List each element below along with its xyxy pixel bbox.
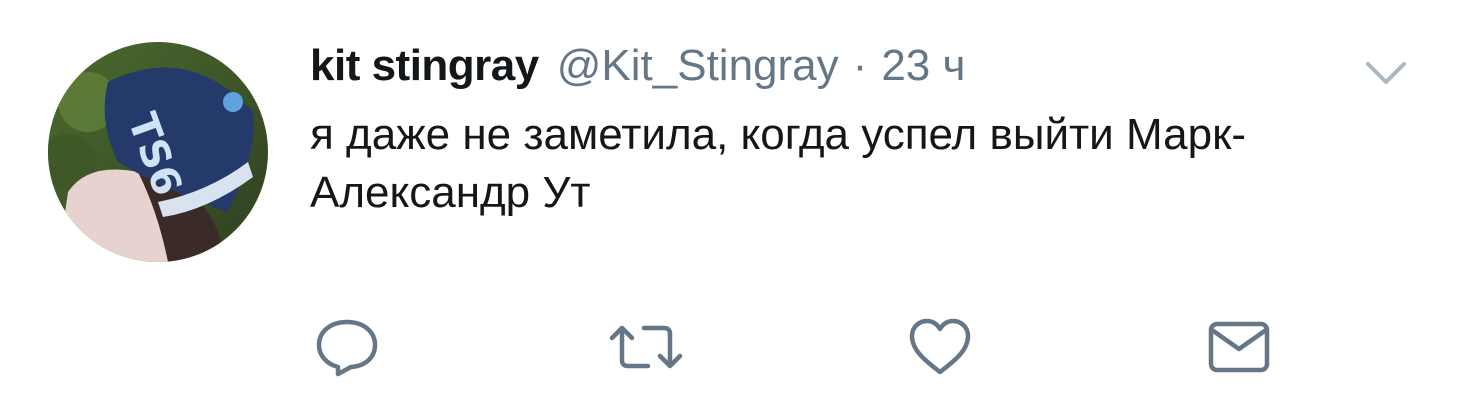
tweet: TS6 kit stingray @Kit_Stingray · 23 ч я …: [0, 0, 1460, 402]
reply-icon[interactable]: [314, 316, 380, 378]
separator: ·: [852, 41, 868, 90]
tweet-header: kit stingray @Kit_Stingray · 23 ч: [310, 38, 965, 94]
tweet-text-line: я даже не заметила, когда успел выйти Ма…: [310, 110, 1246, 159]
envelope-icon[interactable]: [1206, 316, 1272, 378]
timestamp[interactable]: 23 ч: [881, 38, 965, 94]
author-handle[interactable]: @Kit_Stingray: [557, 38, 839, 94]
avatar[interactable]: TS6: [48, 42, 268, 262]
tweet-text-line: Александр Ут: [310, 168, 591, 217]
tweet-text: я даже не заметила, когда успел выйти Ма…: [310, 106, 1410, 222]
retweet-icon[interactable]: [606, 316, 683, 378]
heart-icon[interactable]: [907, 316, 973, 378]
author-name[interactable]: kit stingray: [310, 38, 539, 94]
chevron-down-icon[interactable]: [1364, 58, 1408, 88]
